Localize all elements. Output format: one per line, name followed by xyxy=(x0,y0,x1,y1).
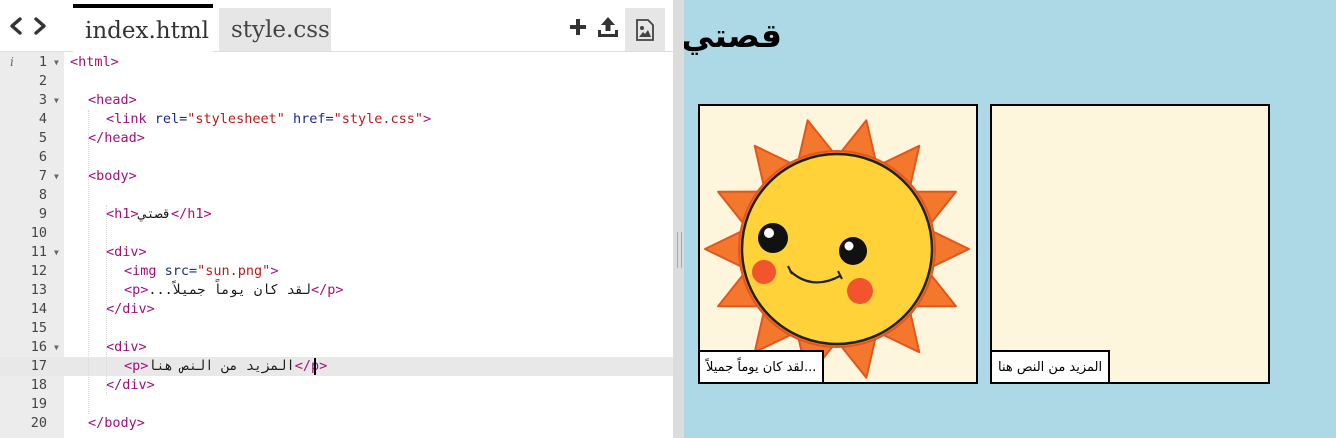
story-panel-2: المزيد من النص هنا xyxy=(990,104,1270,384)
upload-icon xyxy=(598,17,618,37)
code-line[interactable]: 7 ▼ <body> xyxy=(0,167,673,186)
line-number: 14 xyxy=(30,301,47,317)
code-text: <img src="sun.png"> xyxy=(124,263,279,279)
code-text: <p>...لقد كان يوماً جميلاً</p> xyxy=(124,282,344,298)
code-line[interactable]: 16 ▼ <div> xyxy=(0,338,673,357)
code-line[interactable]: 18 </div> xyxy=(0,376,673,395)
chevron-left-icon xyxy=(10,17,22,35)
line-number: 12 xyxy=(30,263,47,279)
panel-2-caption: المزيد من النص هنا xyxy=(992,350,1111,382)
line-number: 9 xyxy=(38,206,47,222)
code-line[interactable]: 17 <p>المزيد من النص هنا</p> xyxy=(0,357,673,376)
code-text: </div> xyxy=(106,301,155,317)
code-line[interactable]: 3 ▼ <head> xyxy=(0,91,673,110)
chevron-right-icon xyxy=(34,17,46,35)
code-line[interactable]: 10 xyxy=(0,224,673,243)
code-text: </head> xyxy=(88,130,145,146)
image-icon xyxy=(636,19,654,41)
code-line[interactable]: 19 xyxy=(0,395,673,414)
code-text: <div> xyxy=(106,339,147,355)
line-number: 11 xyxy=(30,244,47,260)
tab-style-css[interactable]: style.css xyxy=(219,8,331,52)
code-text: <head> xyxy=(88,92,137,108)
plus-icon xyxy=(570,19,586,35)
code-text: <div> xyxy=(106,244,147,260)
code-text: </body> xyxy=(88,415,145,431)
line-number: 3 xyxy=(38,92,47,108)
upload-button[interactable] xyxy=(597,16,619,44)
code-line[interactable]: 11 ▼ <div> xyxy=(0,243,673,262)
code-editor: index.html style.css i 1 ▼ <html> 2 3 ▼ <head>… xyxy=(0,0,673,438)
code-line[interactable]: 9 <h1>قصتي</h1> xyxy=(0,205,673,224)
editor-toolbar: index.html style.css xyxy=(0,0,673,52)
line-number: 19 xyxy=(30,396,47,412)
code-line[interactable]: 6 xyxy=(0,148,673,167)
image-library-button[interactable] xyxy=(625,8,665,52)
code-line[interactable]: 12 <img src="sun.png"> xyxy=(0,262,673,281)
code-line[interactable]: 8 xyxy=(0,186,673,205)
line-number: 20 xyxy=(30,415,47,431)
story-panel-1: ...لقد كان يوماً جميلاً xyxy=(698,104,978,384)
panel-1-caption: ...لقد كان يوماً جميلاً xyxy=(700,350,825,382)
fold-toggle-icon[interactable]: ▼ xyxy=(54,167,59,186)
code-text: <html> xyxy=(70,54,119,70)
line-number: 4 xyxy=(38,111,47,127)
code-text: <h1>قصتي</h1> xyxy=(106,206,212,222)
indent-guide xyxy=(106,205,108,395)
line-number: 2 xyxy=(38,73,47,89)
back-button[interactable] xyxy=(6,14,26,38)
line-number: 5 xyxy=(38,130,47,146)
line-number: 6 xyxy=(38,149,47,165)
code-text: <body> xyxy=(88,168,137,184)
tab-index-html[interactable]: index.html xyxy=(73,4,213,52)
code-line[interactable]: 2 xyxy=(0,72,673,91)
line-number: 17 xyxy=(30,358,47,374)
code-line[interactable]: 13 <p>...لقد كان يوماً جميلاً</p> xyxy=(0,281,673,300)
sun-image xyxy=(704,119,970,379)
line-number: 16 xyxy=(30,339,47,355)
fold-toggle-icon[interactable]: ▼ xyxy=(54,338,59,357)
code-line[interactable]: 20 </body> xyxy=(0,414,673,433)
code-line[interactable]: 5 </head> xyxy=(0,129,673,148)
fold-toggle-icon[interactable]: ▼ xyxy=(54,91,59,110)
code-text: <link rel="stylesheet" href="style.css"> xyxy=(106,111,432,127)
code-text: </div> xyxy=(106,377,155,393)
fold-toggle-icon[interactable]: ▼ xyxy=(54,53,59,72)
fold-toggle-icon[interactable]: ▼ xyxy=(54,243,59,262)
text-cursor xyxy=(314,358,316,375)
story-heading: قصتي xyxy=(684,16,782,55)
code-text: <p>المزيد من النص هنا</p> xyxy=(124,358,328,374)
line-number: 15 xyxy=(30,320,47,336)
resize-grip-icon xyxy=(677,232,682,268)
line-number: 1 xyxy=(38,54,47,70)
code-line[interactable]: 1 ▼ <html> xyxy=(0,53,673,72)
line-number: 18 xyxy=(30,377,47,393)
line-number: 10 xyxy=(30,225,47,241)
line-number: 7 xyxy=(38,168,47,184)
line-number: 13 xyxy=(30,282,47,298)
indent-guide xyxy=(88,110,90,414)
preview-pane: قصتي ...لقد كان يوماً جميلاً المزيد من ا… xyxy=(684,0,1336,438)
code-line[interactable]: 14 </div> xyxy=(0,300,673,319)
code-line[interactable]: 15 xyxy=(0,319,673,338)
add-file-button[interactable] xyxy=(569,18,587,46)
pane-resize-handle[interactable] xyxy=(673,0,684,438)
forward-button[interactable] xyxy=(30,14,50,38)
line-number: 8 xyxy=(38,187,47,203)
code-line[interactable]: 4 <link rel="stylesheet" href="style.css"… xyxy=(0,110,673,129)
